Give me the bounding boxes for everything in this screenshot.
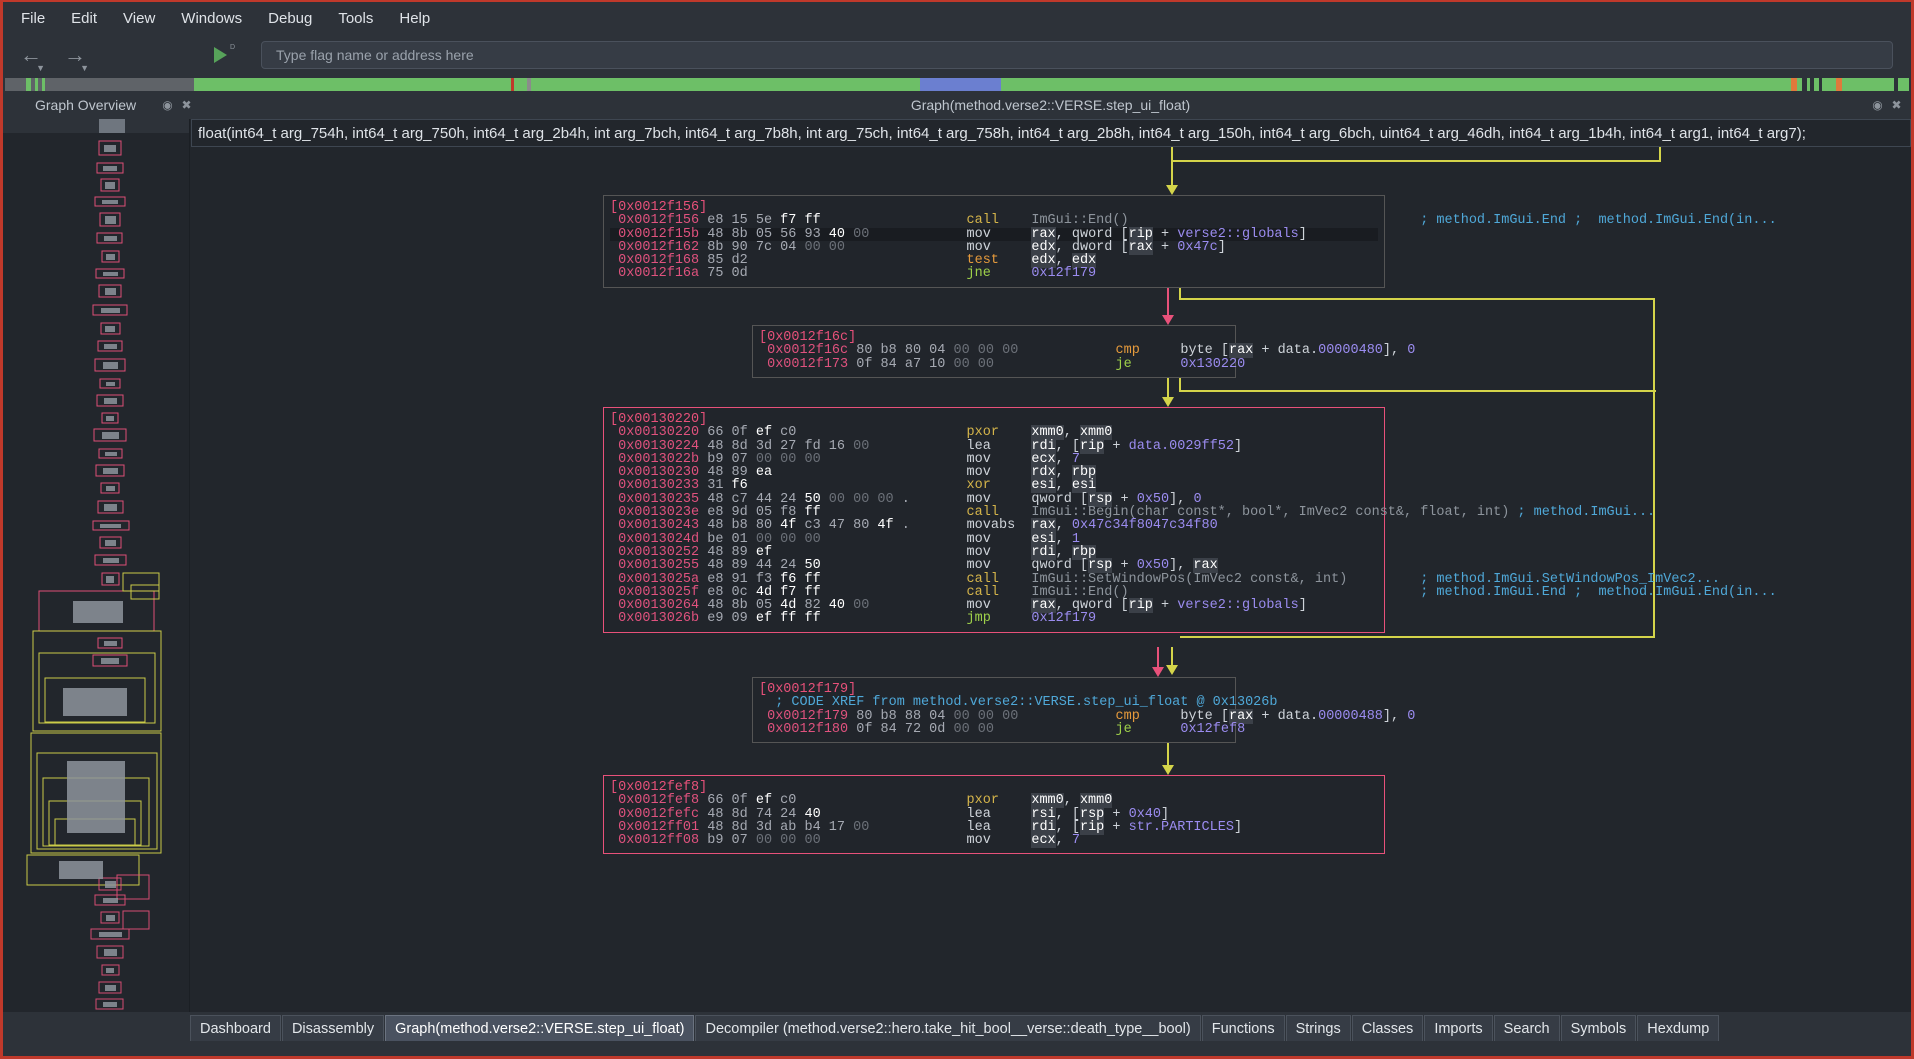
graph-block-12fef8[interactable]: [0x0012fef8] 0x0012fef8 66 0f ef c0 pxor… (603, 775, 1385, 855)
tab-imports[interactable]: Imports (1424, 1015, 1493, 1041)
asm-line[interactable]: 0x00130233 31 f6 xor esi, esi (610, 478, 1378, 494)
chevron-down-icon: ▼ (36, 63, 45, 73)
block-label: [0x0012fef8] (610, 780, 708, 795)
asm-line[interactable]: 0x00130264 48 8b 05 4d 82 40 00 mov rax,… (610, 598, 1378, 614)
colormap-segment (45, 78, 194, 91)
gear-icon[interactable]: ◉ (1871, 98, 1884, 112)
menu-item-windows[interactable]: Windows (169, 6, 254, 31)
asm-line[interactable]: 0x0012f168 85 d2 test edx, edx (610, 253, 1378, 269)
graph-block-12f179[interactable]: [0x0012f179] ; CODE XREF from method.ver… (752, 677, 1415, 744)
asm-line[interactable]: 0x0013022b b9 07 00 00 00 mov ecx, 7 (610, 451, 1378, 467)
asm-line[interactable]: 0x0012f173 0f 84 a7 10 00 00 je 0x130220 (759, 357, 1245, 371)
tab-classes[interactable]: Classes (1351, 1015, 1424, 1041)
asm-line[interactable]: 0x00130255 48 89 44 24 50 mov qword [rsp… (610, 558, 1378, 574)
overview-panel-controls: ◉ ✖ (161, 98, 193, 112)
asm-line[interactable]: 0x0012f180 0f 84 72 0d 00 00 je 0x12fef8 (759, 723, 1245, 737)
chevron-down-icon: ▼ (80, 63, 89, 73)
graph-block-12f16c[interactable]: [0x0012f16c] 0x0012f16c 80 b8 80 04 00 0… (752, 325, 1415, 378)
colormap-segment (514, 78, 528, 91)
bottom-tab-bar: Dashboard Disassembly Graph(method.verse2:… (3, 1012, 1911, 1041)
menu-bar: File Edit View Windows Debug Tools Help (3, 2, 1911, 34)
asm-line[interactable]: 0x00130224 48 8d 3d 27 fd 16 00 lea rdi,… (610, 438, 1378, 454)
asm-line[interactable]: 0x00130243 48 b8 80 4f c3 47 80 4f . mov… (610, 518, 1378, 534)
graph-panel-title: Graph(method.verse2::VERSE.step_ui_float… (910, 97, 1191, 113)
asm-line[interactable]: 0x0013025a e8 91 f3 f6 ff call ImGui::Se… (610, 572, 1720, 586)
asm-line[interactable]: 0x0012f16a 75 0d jne 0x12f179 (610, 267, 1378, 281)
asm-line[interactable]: 0x00130235 48 c7 44 24 50 00 00 00 . mov… (610, 491, 1378, 507)
tab-disassembly[interactable]: Disassembly (281, 1015, 385, 1041)
gear-icon[interactable]: ◉ (161, 98, 174, 112)
asm-line[interactable]: 0x0012f15b 48 8b 05 56 93 40 00 mov rax,… (610, 226, 1378, 242)
colormap-segment (1898, 78, 1909, 91)
overview-scrollbar-thumb[interactable] (99, 119, 125, 133)
overview-minimap[interactable] (3, 133, 190, 1012)
menu-item-view[interactable]: View (111, 6, 167, 31)
asm-line[interactable]: 0x0012fef8 66 0f ef c0 pxor xmm0, xmm0 (610, 793, 1378, 809)
debug-badge-icon: D (229, 44, 235, 51)
overview-panel-header: Graph Overview ◉ ✖ (3, 91, 193, 119)
search-input[interactable] (261, 41, 1893, 69)
asm-line[interactable]: 0x0013023e e8 9d 05 f8 ff call ImGui::Be… (610, 506, 1655, 520)
asm-line[interactable]: 0x0012ff01 48 8d 3d ab b4 17 00 lea rdi,… (610, 819, 1378, 835)
colormap-segment (920, 78, 1001, 91)
colormap-segment (193, 78, 511, 91)
block-label: [0x0012f16c] (759, 330, 857, 345)
asm-line[interactable]: 0x0012f179 80 b8 88 04 00 00 00 cmp byte… (759, 708, 1415, 724)
block-label: [0x00130220] (610, 412, 708, 427)
colormap-segment (5, 78, 27, 91)
block-xref-comment: ; CODE XREF from method.verse2::VERSE.st… (759, 695, 1278, 711)
tab-graph-method-verse2-verse-step-ui-float[interactable]: Graph(method.verse2::VERSE.step_ui_float… (385, 1015, 695, 1041)
back-button[interactable]: ← ▼ (11, 40, 51, 74)
asm-line[interactable]: 0x0013024d be 01 00 00 00 mov esi, 1 (610, 531, 1378, 547)
forward-button[interactable]: → ▼ (55, 40, 95, 74)
overview-panel-title: Graph Overview (35, 97, 137, 113)
binary-colormap-bar[interactable] (5, 78, 1909, 91)
block-label: [0x0012f156] (610, 200, 708, 215)
colormap-segment (530, 78, 921, 91)
function-signature: float(int64_t arg_754h, int64_t arg_750h… (191, 119, 1911, 147)
menu-item-help[interactable]: Help (387, 6, 442, 31)
menu-item-tools[interactable]: Tools (326, 6, 385, 31)
menu-item-file[interactable]: File (9, 6, 57, 31)
tab-functions[interactable]: Functions (1201, 1015, 1285, 1041)
graph-block-130220[interactable]: [0x00130220] 0x00130220 66 0f ef c0 pxor… (603, 407, 1777, 633)
run-button[interactable]: D (203, 40, 237, 70)
block-label: [0x0012f179] (759, 682, 857, 697)
asm-line[interactable]: 0x0012f156 e8 15 5e f7 ff call ImGui::En… (610, 214, 1777, 228)
asm-line[interactable]: 0x00130230 48 89 ea mov rdx, rbp (610, 465, 1378, 481)
asm-line[interactable]: 0x0012f16c 80 b8 80 04 00 00 00 cmp byte… (759, 343, 1415, 359)
colormap-segment (1822, 78, 1837, 91)
asm-line[interactable]: 0x0012f162 8b 90 7c 04 00 00 mov edx, dw… (610, 239, 1378, 255)
menu-item-debug[interactable]: Debug (256, 6, 324, 31)
toolbar: ← ▼ → ▼ D (3, 34, 1911, 76)
asm-line[interactable]: 0x0012fefc 48 8d 74 24 40 lea rsi, [rsp … (610, 806, 1378, 822)
asm-line[interactable]: 0x00130252 48 89 ef mov rdi, rbp (610, 544, 1378, 560)
tab-hexdump[interactable]: Hexdump (1637, 1015, 1720, 1041)
graph-canvas[interactable]: [0x0012f156] 0x0012f156 e8 15 5e f7 ff c… (190, 147, 1911, 1012)
close-icon[interactable]: ✖ (1890, 98, 1903, 112)
colormap-segment (1842, 78, 1895, 91)
run-play-icon (213, 47, 227, 63)
tab-strings[interactable]: Strings (1285, 1015, 1351, 1041)
asm-line[interactable]: 0x0013025f e8 0c 4d f7 ff call ImGui::En… (610, 586, 1777, 600)
colormap-segment (1000, 78, 1792, 91)
tab-dashboard[interactable]: Dashboard (190, 1015, 281, 1041)
panel-header-row: Graph Overview ◉ ✖ Graph(method.verse2::… (3, 91, 1911, 119)
main-area: float(int64_t arg_754h, int64_t arg_750h… (3, 119, 1911, 1012)
graph-panel-header: Graph(method.verse2::VERSE.step_ui_float… (190, 91, 1911, 119)
graph-block-12f156[interactable]: [0x0012f156] 0x0012f156 e8 15 5e f7 ff c… (603, 195, 1777, 288)
menu-item-edit[interactable]: Edit (59, 6, 109, 31)
graph-panel: float(int64_t arg_754h, int64_t arg_750h… (190, 119, 1911, 1012)
tab-symbols[interactable]: Symbols (1560, 1015, 1637, 1041)
asm-line[interactable]: 0x00130220 66 0f ef c0 pxor xmm0, xmm0 (610, 425, 1378, 441)
tab-search[interactable]: Search (1493, 1015, 1560, 1041)
tab-decompiler-method-verse2-hero-take-hit-bool-verse-death-type-bool[interactable]: Decompiler (method.verse2::hero.take_hit… (695, 1015, 1201, 1041)
graph-panel-controls: ◉ ✖ (1871, 98, 1903, 112)
asm-line[interactable]: 0x0013026b e9 09 ef ff ff jmp 0x12f179 (610, 612, 1378, 626)
graph-overview-panel[interactable] (3, 119, 190, 1012)
asm-line[interactable]: 0x0012ff08 b9 07 00 00 00 mov ecx, 7 (610, 833, 1378, 849)
overview-scrollbar[interactable] (3, 119, 189, 133)
search-field-wrapper (261, 41, 1893, 69)
